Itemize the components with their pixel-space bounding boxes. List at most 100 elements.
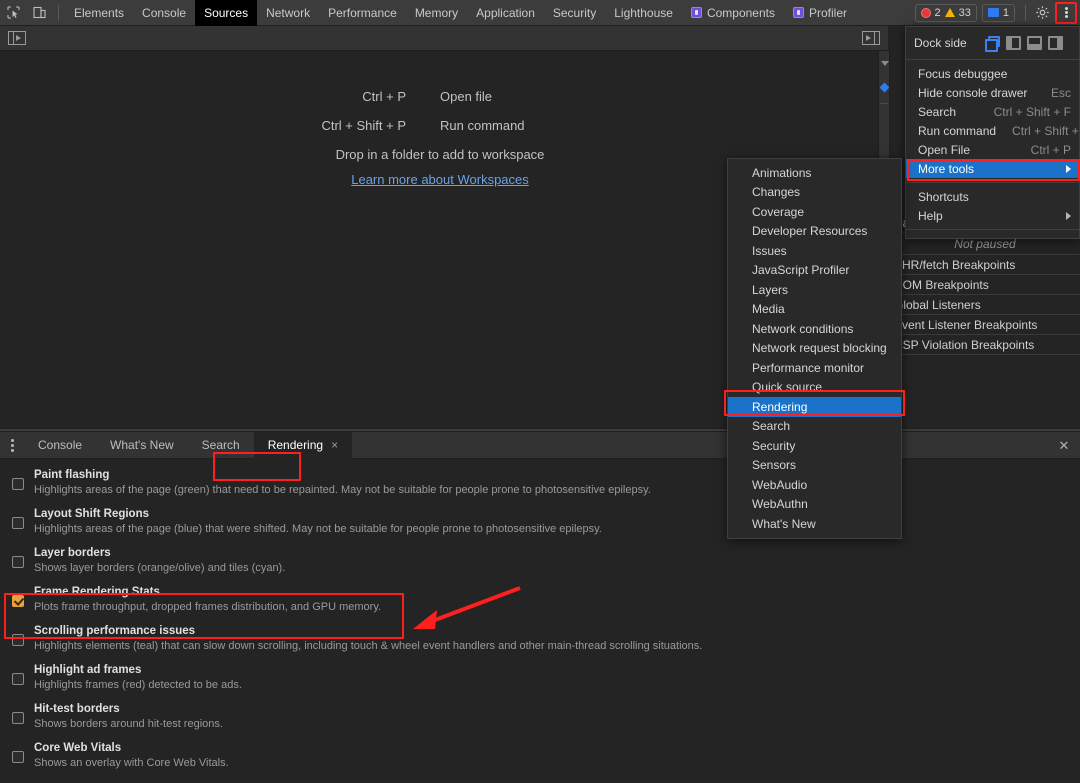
- undock-icon[interactable]: [984, 36, 1000, 52]
- submenu-item-media[interactable]: Media: [728, 300, 901, 320]
- submenu-item-animations[interactable]: Animations: [728, 163, 901, 183]
- rendering-option-layout-shift-regions[interactable]: Layout Shift Regions Highlights areas of …: [12, 507, 1080, 537]
- dock-bottom-icon[interactable]: [1026, 36, 1042, 50]
- main-tab-console[interactable]: Console: [133, 0, 195, 26]
- rendering-option-hit-test-borders[interactable]: Hit-test borders Shows borders around hit…: [12, 702, 1080, 732]
- submenu-item-security[interactable]: Security: [728, 436, 901, 456]
- submenu-item-search[interactable]: Search: [728, 417, 901, 437]
- menu-item-shortcut: Ctrl + Shift + F: [993, 104, 1071, 119]
- submenu-item-developer-resources[interactable]: Developer Resources: [728, 222, 901, 242]
- menu-item-focus-debuggee[interactable]: Focus debuggee: [906, 64, 1079, 83]
- submenu-item-rendering[interactable]: Rendering: [728, 397, 901, 417]
- submenu-item-label: What's New: [752, 516, 816, 531]
- drawer-tab-search[interactable]: Search: [188, 432, 254, 459]
- submenu-item-layers[interactable]: Layers: [728, 280, 901, 300]
- main-tab-application[interactable]: Application: [467, 0, 544, 26]
- inspect-element-icon[interactable]: [0, 1, 26, 25]
- annotation-arrow-icon: [413, 586, 521, 629]
- menu-item-help[interactable]: Help: [906, 206, 1079, 225]
- menu-item-shortcut: Esc: [1050, 85, 1071, 100]
- sidebar-section-xhr-fetch-breakpoints[interactable]: XHR/fetch Breakpoints: [890, 255, 1080, 275]
- main-tab-profiler[interactable]: Profiler: [784, 0, 856, 26]
- react-logo-icon: [793, 7, 804, 18]
- sidebar-section-csp-violation-breakpoints[interactable]: CSP Violation Breakpoints: [890, 335, 1080, 355]
- dock-right-icon[interactable]: [1047, 36, 1063, 50]
- checkbox[interactable]: [12, 634, 24, 646]
- main-tab-label: Profiler: [809, 5, 848, 20]
- menu-item-search[interactable]: Search Ctrl + Shift + F: [906, 102, 1079, 121]
- menu-item-more-tools[interactable]: More tools: [906, 159, 1079, 178]
- main-tab-memory[interactable]: Memory: [406, 0, 467, 26]
- learn-more-workspaces-link[interactable]: Learn more about Workspaces: [351, 172, 529, 187]
- main-tab-components[interactable]: Components: [682, 0, 784, 26]
- menu-item-run-command[interactable]: Run command Ctrl + Shift + P: [906, 121, 1080, 140]
- warning-icon: [944, 8, 955, 17]
- submenu-item-webauthn[interactable]: WebAuthn: [728, 495, 901, 515]
- show-debugger-icon[interactable]: [862, 31, 880, 45]
- menu-item-open-file[interactable]: Open File Ctrl + P: [906, 140, 1079, 159]
- main-tab-label: Console: [142, 5, 187, 20]
- main-tab-security[interactable]: Security: [544, 0, 605, 26]
- submenu-item-network-request-blocking[interactable]: Network request blocking: [728, 339, 901, 359]
- main-tab-label: Memory: [414, 5, 459, 20]
- message-count-badge[interactable]: 1: [981, 3, 1015, 22]
- gear-icon[interactable]: [1031, 2, 1053, 24]
- checkbox[interactable]: [12, 517, 24, 529]
- checkbox[interactable]: [12, 673, 24, 685]
- device-toolbar-icon[interactable]: [26, 1, 52, 25]
- issue-counts-badge[interactable]: 2 33: [914, 3, 977, 22]
- checkbox[interactable]: [12, 478, 24, 490]
- submenu-item-label: Layers: [752, 282, 789, 297]
- rendering-option-scrolling-performance-issues[interactable]: Scrolling performance issues Highlights e…: [12, 624, 1080, 654]
- main-tab-performance[interactable]: Performance: [319, 0, 406, 26]
- main-tab-network[interactable]: Network: [257, 0, 319, 26]
- hint-shortcut: Ctrl + Shift + P: [321, 118, 406, 133]
- rendering-option-frame-rendering-stats[interactable]: Frame Rendering Stats Plots frame through…: [12, 585, 1080, 615]
- drawer-tab-rendering[interactable]: Rendering ×: [253, 431, 353, 459]
- drawer-tab-console[interactable]: Console: [24, 432, 96, 459]
- drawer-menu-icon[interactable]: [0, 438, 24, 453]
- main-tab-elements[interactable]: Elements: [65, 0, 133, 26]
- sidebar-section-global-listeners[interactable]: Global Listeners: [890, 295, 1080, 315]
- menu-item-shortcuts[interactable]: Shortcuts: [906, 187, 1079, 206]
- drawer-tab-label: Search: [201, 438, 240, 452]
- sidebar-section-dom-breakpoints[interactable]: DOM Breakpoints: [890, 275, 1080, 295]
- sidebar-section-label: CSP Violation Breakpoints: [894, 337, 1035, 352]
- rendering-option-title: Frame Rendering Stats: [34, 586, 160, 598]
- close-drawer-icon[interactable]: ✕: [1056, 438, 1072, 454]
- submenu-item-changes[interactable]: Changes: [728, 183, 901, 203]
- submenu-item-quick-source[interactable]: Quick source: [728, 378, 901, 398]
- dock-left-icon[interactable]: [1005, 36, 1021, 50]
- sidebar-section-event-listener-breakpoints[interactable]: Event Listener Breakpoints: [890, 315, 1080, 335]
- checkbox[interactable]: [12, 556, 24, 568]
- menu-item-label: Shortcuts: [918, 189, 969, 204]
- rendering-option-paint-flashing[interactable]: Paint flashing Highlights areas of the pa…: [12, 468, 1080, 498]
- main-tab-lighthouse[interactable]: Lighthouse: [605, 0, 682, 26]
- submenu-item-network-conditions[interactable]: Network conditions: [728, 319, 901, 339]
- drawer-tab-label: Rendering: [267, 438, 324, 452]
- submenu-item-coverage[interactable]: Coverage: [728, 202, 901, 222]
- rendering-option-highlight-ad-frames[interactable]: Highlight ad frames Highlights frames (re…: [12, 663, 1080, 693]
- kebab-menu-icon[interactable]: [1055, 1, 1077, 24]
- menu-item-hide-console-drawer[interactable]: Hide console drawer Esc: [906, 83, 1079, 102]
- submenu-item-what-s-new[interactable]: What's New: [728, 514, 901, 534]
- rendering-option-layer-borders[interactable]: Layer borders Shows layer borders (orange…: [12, 546, 1080, 576]
- submenu-item-performance-monitor[interactable]: Performance monitor: [728, 358, 901, 378]
- submenu-item-webaudio[interactable]: WebAudio: [728, 475, 901, 495]
- checkbox[interactable]: [12, 712, 24, 724]
- submenu-item-issues[interactable]: Issues: [728, 241, 901, 261]
- rendering-option-title: Core Web Vitals: [34, 742, 122, 754]
- submenu-item-label: JavaScript Profiler: [752, 263, 850, 278]
- show-navigator-icon[interactable]: [8, 31, 26, 45]
- checkbox[interactable]: [12, 595, 24, 607]
- main-tab-sources[interactable]: Sources: [195, 0, 258, 26]
- submenu-item-javascript-profiler[interactable]: JavaScript Profiler: [728, 261, 901, 281]
- rendering-option-description: Highlights frames (red) detected to be a…: [34, 679, 242, 691]
- rendering-option-title: Scrolling performance issues: [34, 625, 196, 637]
- rendering-option-core-web-vitals[interactable]: Core Web Vitals Shows an overlay with Cor…: [12, 741, 1080, 771]
- close-tab-icon[interactable]: ×: [331, 438, 338, 452]
- submenu-item-sensors[interactable]: Sensors: [728, 456, 901, 476]
- drawer-tab-label: What's New: [110, 438, 174, 452]
- checkbox[interactable]: [12, 751, 24, 763]
- drawer-tab-what-s-new[interactable]: What's New: [96, 432, 188, 459]
